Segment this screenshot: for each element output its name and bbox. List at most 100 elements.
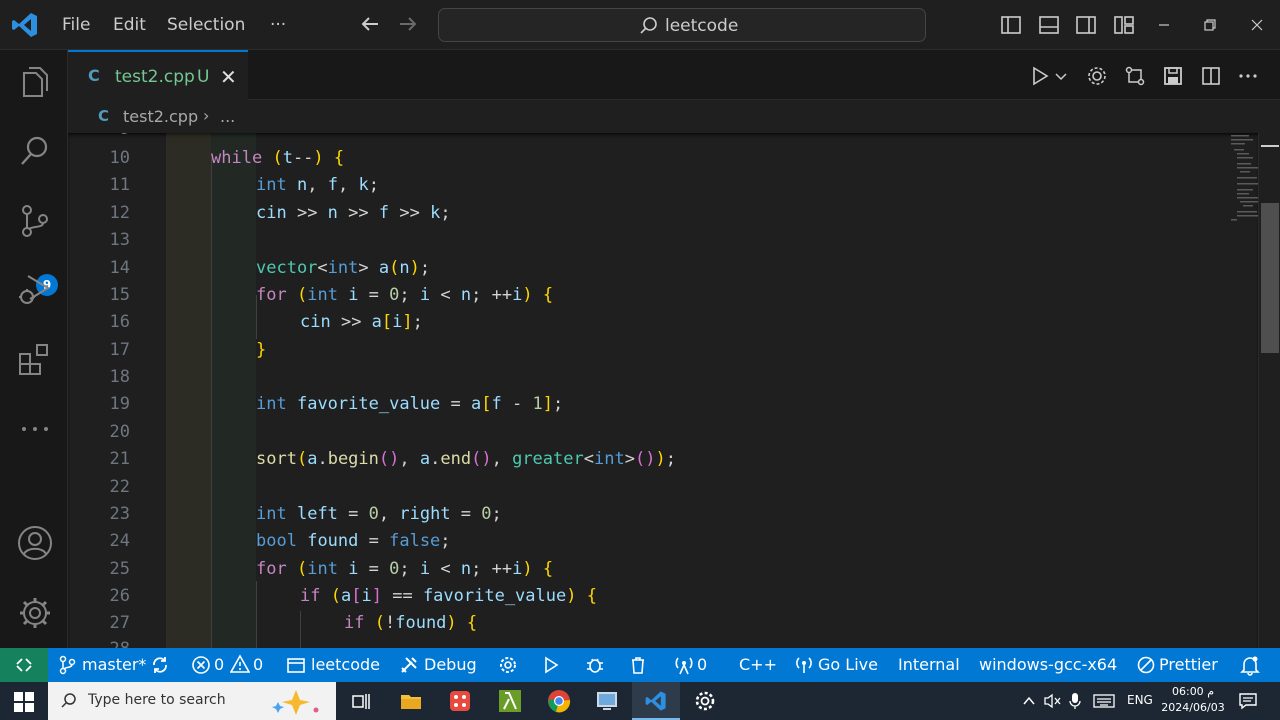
file-explorer-icon[interactable] [399,689,423,713]
breadcrumb-symbols[interactable]: ... [220,107,235,126]
toggle-panel-icon[interactable] [1037,13,1061,37]
code-line: if (!found) { [344,613,478,633]
scroll-position-marker [1261,145,1279,147]
back-arrow-icon[interactable] [358,12,382,36]
trash-icon[interactable] [628,655,648,675]
line-number: 22 [109,477,130,497]
line-number: 17 [109,340,130,360]
accounts-icon[interactable] [16,524,54,562]
code-line: int favorite_value = a[f - 1]; [256,394,564,414]
volume-muted-icon[interactable] [1043,693,1061,709]
menu-selection[interactable]: Selection [167,15,245,35]
cpp-file-icon: C [88,66,100,85]
remote-icon [16,658,32,672]
remote-indicator[interactable] [0,648,48,682]
line-number: 27 [109,613,130,633]
windows-start-icon[interactable] [14,692,34,712]
explorer-icon[interactable] [16,64,54,102]
command-center-search[interactable]: leetcode [438,8,926,42]
settings-gear-icon[interactable] [16,594,54,632]
git-branch-icon [59,655,76,675]
internal-status[interactable]: Internal [898,655,960,674]
warning-count[interactable]: 0 [253,655,263,674]
notifications-bell-icon[interactable] [1240,654,1260,676]
ports-count[interactable]: 0 [697,655,707,674]
close-window-icon[interactable] [1245,13,1269,37]
indent-rainbow-level-1 [166,133,211,648]
menu-edit[interactable]: Edit [113,15,146,35]
run-debug-icon[interactable] [16,270,54,308]
taskbar-clock[interactable]: 06:00 م 2024/06/03 [1158,684,1228,716]
minimize-icon[interactable] [1152,13,1176,37]
taskbar-search-box[interactable]: Type here to search [48,682,336,720]
search-view-icon[interactable] [16,132,54,170]
run-code-icon[interactable] [1028,64,1052,88]
line-number: 15 [109,285,130,305]
run-dropdown-chevron-icon[interactable] [1054,64,1068,88]
customize-layout-icon[interactable] [1112,13,1136,37]
vertical-scrollbar[interactable] [1258,133,1280,648]
line-number: 9 [68,133,130,139]
branch-name[interactable]: master* [82,655,146,674]
cmake-folder[interactable]: leetcode [311,655,380,674]
screen-app-icon[interactable] [595,689,619,713]
build-gear-icon[interactable] [498,655,518,675]
code-line: for (int i = 0; i < n; ++i) { [256,285,554,305]
keyboard-icon[interactable] [1093,694,1115,708]
tab-test2-cpp[interactable]: C test2.cpp U ✕ [68,50,248,100]
app-icon-red[interactable] [448,689,472,713]
search-highlights-sparkle-icon [272,690,319,715]
toggle-sidebar-icon[interactable] [999,13,1023,37]
input-language[interactable]: ENG [1127,693,1153,707]
language-mode[interactable]: C++ [739,655,777,674]
cpp-file-icon: C [98,107,110,125]
go-live-button[interactable]: Go Live [818,655,878,674]
lambda-app-icon[interactable] [498,689,522,713]
editor-tab-bar: C test2.cpp U ✕ [68,50,1280,100]
sync-icon[interactable] [150,655,170,675]
build-config[interactable]: Debug [424,655,477,674]
error-count[interactable]: 0 [214,655,224,674]
code-line: if (a[i] == favorite_value) { [300,586,597,606]
line-number: 18 [109,367,130,387]
minimap[interactable] [1228,133,1258,233]
line-number: 21 [109,449,130,469]
clock-time: 06:00 م [1171,685,1214,698]
folder-icon [287,658,305,673]
settings-taskbar-icon[interactable] [693,689,717,713]
menu-more[interactable]: ··· [270,15,286,35]
restore-icon[interactable] [1198,13,1222,37]
action-center-icon[interactable] [1238,692,1258,710]
forward-arrow-icon[interactable] [396,12,420,36]
scrollbar-thumb[interactable] [1261,203,1279,353]
menu-file[interactable]: File [62,15,90,35]
extensions-icon[interactable] [16,340,54,378]
line-number: 20 [109,422,130,442]
compiler-config[interactable]: windows-gcc-x64 [979,655,1117,674]
breadcrumb-file[interactable]: test2.cpp [123,107,198,126]
more-views-icon[interactable] [16,410,54,448]
save-icon[interactable] [1161,64,1185,88]
taskbar-vscode-active[interactable] [632,682,680,720]
source-control-icon[interactable] [16,202,54,240]
close-tab-icon[interactable]: ✕ [220,65,237,89]
task-view-icon[interactable] [349,689,373,713]
chrome-icon[interactable] [547,689,571,713]
run-icon[interactable] [541,655,561,675]
editor-settings-gear-icon[interactable] [1085,64,1109,88]
code-editor[interactable]: 9 10 11 12 13 14 15 16 17 18 19 20 21 22… [68,133,1258,648]
code-area[interactable]: while (t--) { int n, f, k; cin >> n >> f… [166,133,1246,648]
show-hidden-icons-chevron-icon[interactable] [1022,695,1036,707]
code-line: while (t--) { [211,148,345,168]
code-line: for (int i = 0; i < n; ++i) { [256,559,554,579]
code-line: vector<int> a(n); [256,258,431,278]
more-actions-icon[interactable] [1236,64,1260,88]
toggle-secondary-sidebar-icon[interactable] [1074,13,1098,37]
status-bar: master* 0 0 leetcode Debug 0 C++ Go Live… [0,648,1280,682]
microphone-icon[interactable] [1068,692,1082,710]
prettier-status[interactable]: Prettier [1159,655,1218,674]
search-icon [640,17,657,34]
compare-changes-icon[interactable] [1123,64,1147,88]
debug-bug-icon[interactable] [585,655,605,675]
split-editor-icon[interactable] [1199,64,1223,88]
